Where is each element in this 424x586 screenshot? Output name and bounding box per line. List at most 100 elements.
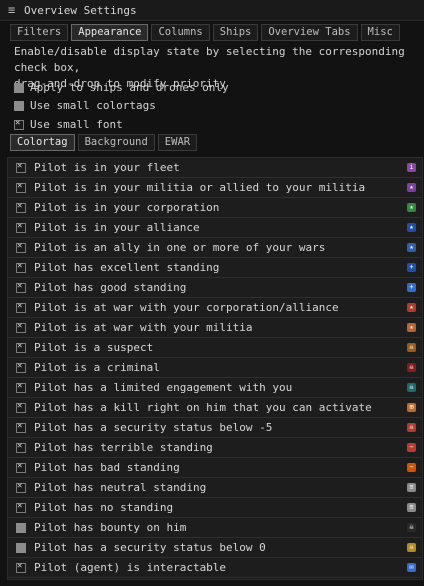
colortag-row[interactable]: Pilot is in your corporation ★ (8, 198, 422, 218)
colortag-row[interactable]: Pilot has terrible standing − (8, 438, 422, 458)
orange-crosshair-icon: ⊞ (407, 403, 416, 412)
colortag-row[interactable]: Pilot is a criminal ☠ (8, 358, 422, 378)
option-small-colortags[interactable]: Use small colortags (14, 99, 156, 112)
colortag-checkbox[interactable] (16, 561, 26, 573)
colortag-checkbox[interactable] (16, 481, 26, 493)
colortag-label: Pilot (agent) is interactable (34, 561, 227, 574)
colortag-label: Pilot is in your alliance (34, 221, 200, 234)
colortag-checkbox[interactable] (16, 501, 26, 513)
colortag-checkbox[interactable] (16, 522, 26, 533)
colortag-label: Pilot has no standing (34, 501, 174, 514)
colortag-row[interactable]: Pilot has no standing ≡ (8, 498, 422, 518)
tab-columns[interactable]: Columns (151, 24, 210, 41)
colortag-checkbox[interactable] (16, 361, 26, 373)
option-label: Use small font (30, 118, 123, 131)
colortag-row[interactable]: Pilot has neutral standing ≡ (8, 478, 422, 498)
window-titlebar: ≡ Overview Settings (0, 0, 424, 21)
orange-star-icon: ★ (407, 323, 416, 332)
purple-fleet-icon: i (407, 163, 416, 172)
subtab-background[interactable]: Background (77, 134, 155, 151)
subtab-ewar[interactable]: EWAR (157, 134, 198, 151)
colortag-checkbox[interactable] (16, 401, 26, 413)
colortag-label: Pilot is a suspect (34, 341, 154, 354)
tab-filters[interactable]: Filters (10, 24, 69, 41)
colortag-row[interactable]: Pilot has a limited engagement with you ☠ (8, 378, 422, 398)
colortag-checkbox[interactable] (16, 241, 26, 253)
option-apply-ships-drones[interactable]: Apply to ships and drones only (14, 81, 229, 94)
colortag-label: Pilot has a limited engagement with you (34, 381, 293, 394)
colortag-label: Pilot has excellent standing (34, 261, 220, 274)
sub-tabs: Colortag Background EWAR (10, 134, 198, 151)
blue-star-icon: ★ (407, 223, 416, 232)
colortag-label: Pilot is an ally in one or more of your … (34, 241, 326, 254)
colortag-label: Pilot has a kill right on him that you c… (34, 401, 372, 414)
hamburger-menu-icon[interactable]: ≡ (8, 3, 22, 17)
option-checkbox[interactable] (14, 82, 24, 93)
colortag-checkbox[interactable] (16, 542, 26, 553)
colortag-row[interactable]: Pilot is in your alliance ★ (8, 218, 422, 238)
option-checkbox[interactable] (14, 118, 24, 130)
colortag-checkbox[interactable] (16, 441, 26, 453)
colortag-row[interactable]: Pilot has a security status below 0 ☠ (8, 538, 422, 558)
colortag-checkbox[interactable] (16, 261, 26, 273)
colortag-checkbox[interactable] (16, 281, 26, 293)
colortag-label: Pilot is at war with your corporation/al… (34, 301, 339, 314)
colortag-checkbox[interactable] (16, 181, 26, 193)
option-checkbox[interactable] (14, 100, 24, 111)
colortag-checkbox[interactable] (16, 301, 26, 313)
colortag-row[interactable]: Pilot is in your fleet i (8, 158, 422, 178)
colortag-checkbox[interactable] (16, 381, 26, 393)
colortag-row[interactable]: Pilot has a kill right on him that you c… (8, 398, 422, 418)
description-line-1: Enable/disable display state by selectin… (14, 45, 405, 74)
colortag-label: Pilot has bad standing (34, 461, 180, 474)
colortag-checkbox[interactable] (16, 161, 26, 173)
option-small-font[interactable]: Use small font (14, 118, 123, 131)
teal-skull-icon: ☠ (407, 383, 416, 392)
colortag-label: Pilot has terrible standing (34, 441, 213, 454)
subtab-colortag[interactable]: Colortag (10, 134, 75, 151)
option-label: Apply to ships and drones only (30, 81, 229, 94)
colortag-row[interactable]: Pilot is at war with your corporation/al… (8, 298, 422, 318)
colortag-checkbox[interactable] (16, 341, 26, 353)
top-tabs: Filters Appearance Columns Ships Overview Ta… (10, 24, 400, 41)
colortag-row[interactable]: Pilot has excellent standing + (8, 258, 422, 278)
colortag-row[interactable]: Pilot is in your militia or allied to yo… (8, 178, 422, 198)
red-minus-icon: − (407, 443, 416, 452)
red-skull-icon: ☠ (407, 363, 416, 372)
colortag-label: Pilot has a security status below -5 (34, 421, 273, 434)
colortag-label: Pilot is a criminal (34, 361, 160, 374)
colortag-row[interactable]: Pilot has bounty on him ☠ (8, 518, 422, 538)
green-star-icon: ★ (407, 203, 416, 212)
colortag-row[interactable]: Pilot is an ally in one or more of your … (8, 238, 422, 258)
tab-ships[interactable]: Ships (212, 24, 259, 41)
colortag-row[interactable]: Pilot has bad standing − (8, 458, 422, 478)
blue-speech-icon: ✉ (407, 563, 416, 572)
colortag-row[interactable]: Pilot is at war with your militia ★ (8, 318, 422, 338)
colortag-list[interactable]: Pilot is in your fleetiPilot is in your … (7, 157, 423, 580)
purple-star-icon: ★ (407, 183, 416, 192)
orange-skull-icon: ☠ (407, 343, 416, 352)
colortag-label: Pilot has a security status below 0 (34, 541, 266, 554)
tab-appearance[interactable]: Appearance (71, 24, 149, 41)
colortag-checkbox[interactable] (16, 201, 26, 213)
colortag-checkbox[interactable] (16, 461, 26, 473)
colortag-checkbox[interactable] (16, 421, 26, 433)
red-star-icon: ★ (407, 303, 416, 312)
colortag-row[interactable]: Pilot (agent) is interactable ✉ (8, 558, 422, 578)
colortag-checkbox[interactable] (16, 321, 26, 333)
colortag-label: Pilot is in your militia or allied to yo… (34, 181, 366, 194)
window-title: Overview Settings (24, 3, 137, 17)
colortag-label: Pilot has good standing (34, 281, 187, 294)
colortag-label: Pilot has bounty on him (34, 521, 187, 534)
colortag-checkbox[interactable] (16, 221, 26, 233)
colortag-row[interactable]: Pilot has good standing + (8, 278, 422, 298)
colortag-row[interactable]: Pilot is a suspect ☠ (8, 338, 422, 358)
tab-overview-tabs[interactable]: Overview Tabs (261, 24, 358, 41)
colortag-label: Pilot is in your corporation (34, 201, 220, 214)
colortag-label: Pilot is in your fleet (34, 161, 180, 174)
tab-misc[interactable]: Misc (360, 24, 400, 41)
colortag-row[interactable]: Pilot has a security status below -5 ☠ (8, 418, 422, 438)
option-label: Use small colortags (30, 99, 156, 112)
colortag-label: Pilot is at war with your militia (34, 321, 253, 334)
light-blue-plus-icon: + (407, 283, 416, 292)
